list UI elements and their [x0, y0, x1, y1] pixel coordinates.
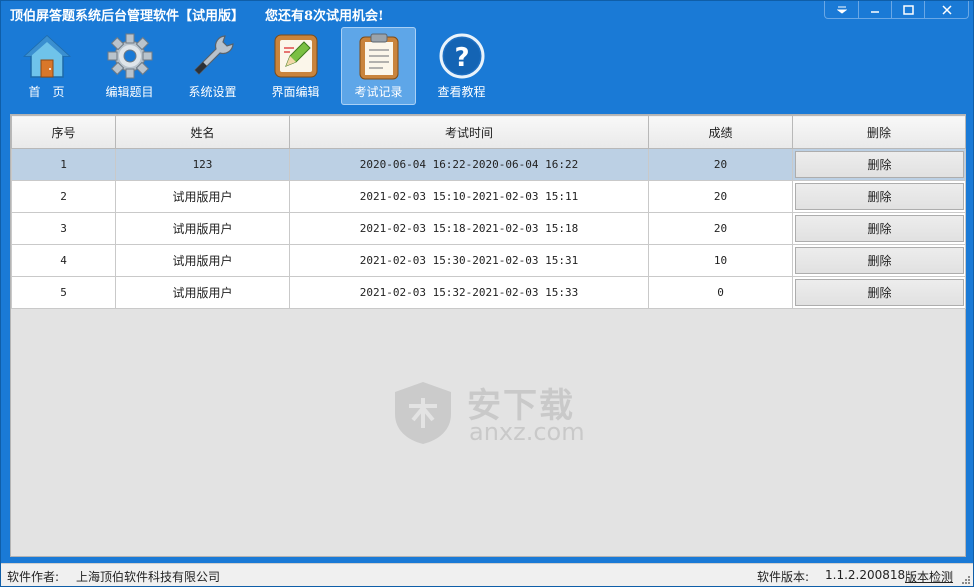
watermark-title: 安下载	[467, 386, 575, 426]
delete-button[interactable]: 删除	[795, 247, 964, 274]
cell-score[interactable]: 20	[648, 180, 793, 213]
dropdown-arrow-icon	[836, 6, 847, 14]
toolbar-system-settings[interactable]: 系统设置	[175, 27, 250, 105]
close-button[interactable]	[924, 1, 968, 18]
table-row[interactable]: 5 试用版用户 2021-02-03 15:32-2021-02-03 15:3…	[11, 276, 966, 309]
table-row[interactable]: 2 试用版用户 2021-02-03 15:10-2021-02-03 15:1…	[11, 180, 966, 213]
cell-name[interactable]: 试用版用户	[115, 244, 290, 277]
cell-delete: 删除	[792, 276, 966, 309]
cell-name[interactable]: 试用版用户	[115, 180, 290, 213]
cell-delete: 删除	[792, 244, 966, 277]
toolbar-exam-records-label: 考试记录	[354, 85, 403, 99]
cell-name[interactable]: 试用版用户	[115, 212, 290, 245]
toolbar-home[interactable]: 首 页	[9, 27, 84, 105]
toolbar-view-tutorial[interactable]: ? 查看教程	[424, 27, 499, 105]
maximize-icon	[902, 4, 914, 15]
shield-logo-icon	[395, 382, 451, 444]
app-window: 顶伯屏答题系统后台管理软件【试用版】 您还有8次试用机会! 首 页 编辑题目 系…	[0, 0, 974, 587]
table-header-row: 序号 姓名 考试时间 成绩 删除	[11, 115, 966, 149]
status-bar: 软件作者: 上海顶伯软件科技有限公司 软件版本: 1.1.2.200818 版本…	[1, 563, 973, 586]
cell-exam-time[interactable]: 2021-02-03 15:32-2021-02-03 15:33	[289, 276, 649, 309]
cell-score[interactable]: 20	[648, 212, 793, 245]
help-icon: ?	[439, 33, 484, 79]
edit-board-icon	[274, 34, 317, 78]
cell-name[interactable]: 试用版用户	[115, 276, 290, 309]
trial-notice: 您还有8次试用机会!	[265, 9, 384, 24]
cell-exam-time[interactable]: 2021-02-03 15:18-2021-02-03 15:18	[289, 212, 649, 245]
column-header-no[interactable]: 序号	[11, 115, 116, 149]
clipboard-icon	[359, 33, 398, 80]
toolbar-interface-edit-label: 界面编辑	[271, 85, 320, 99]
cell-delete: 删除	[792, 180, 966, 213]
delete-button[interactable]: 删除	[795, 215, 964, 242]
column-header-name[interactable]: 姓名	[115, 115, 290, 149]
window-controls	[824, 1, 969, 19]
toolbar-home-label: 首 页	[28, 85, 65, 99]
column-header-exam-time[interactable]: 考试时间	[289, 115, 649, 149]
cell-exam-time[interactable]: 2021-02-03 15:30-2021-02-03 15:31	[289, 244, 649, 277]
author-value: 上海顶伯软件科技有限公司	[76, 570, 221, 584]
delete-button[interactable]: 删除	[795, 279, 964, 306]
delete-button[interactable]: 删除	[795, 183, 964, 210]
records-table: 序号 姓名 考试时间 成绩 删除 1 123 2020-06-04 16:22-…	[11, 115, 966, 309]
toolbar-exam-records[interactable]: 考试记录	[341, 27, 416, 105]
minimize-button[interactable]	[858, 1, 891, 18]
toolbar-interface-edit[interactable]: 界面编辑	[258, 27, 333, 105]
cell-no[interactable]: 5	[11, 276, 116, 309]
records-grid-panel: 序号 姓名 考试时间 成绩 删除 1 123 2020-06-04 16:22-…	[10, 114, 966, 557]
close-icon	[941, 4, 952, 15]
window-title: 顶伯屏答题系统后台管理软件【试用版】	[10, 9, 245, 24]
cell-exam-time[interactable]: 2021-02-03 15:10-2021-02-03 15:11	[289, 180, 649, 213]
toolbar-edit-questions[interactable]: 编辑题目	[92, 27, 167, 105]
cell-delete: 删除	[792, 148, 966, 181]
maximize-button[interactable]	[891, 1, 924, 18]
resize-grip-icon[interactable]	[960, 574, 970, 584]
version-value: 1.1.2.200818	[825, 568, 906, 582]
cell-no[interactable]: 2	[11, 180, 116, 213]
column-header-delete[interactable]: 删除	[792, 115, 966, 149]
svg-text:?: ?	[454, 43, 469, 73]
version-label: 软件版本:	[757, 570, 810, 584]
cell-score[interactable]: 0	[648, 276, 793, 309]
cell-delete: 删除	[792, 212, 966, 245]
home-icon	[22, 34, 71, 78]
version-check-link[interactable]: 版本检测	[905, 568, 953, 585]
cell-score[interactable]: 10	[648, 244, 793, 277]
cell-name[interactable]: 123	[115, 148, 290, 181]
wrench-icon	[193, 35, 234, 75]
main-toolbar: 首 页 编辑题目 系统设置 界面编辑 考试记录 ? 查看教程	[9, 27, 507, 105]
table-row[interactable]: 4 试用版用户 2021-02-03 15:30-2021-02-03 15:3…	[11, 244, 966, 277]
column-header-score[interactable]: 成绩	[648, 115, 793, 149]
cell-score[interactable]: 20	[648, 148, 793, 181]
table-row[interactable]: 1 123 2020-06-04 16:22-2020-06-04 16:22 …	[11, 148, 966, 181]
title-bar: 顶伯屏答题系统后台管理软件【试用版】 您还有8次试用机会!	[1, 1, 973, 25]
minimize-icon	[871, 10, 879, 13]
cell-no[interactable]: 4	[11, 244, 116, 277]
watermark-domain: anxz.com	[469, 418, 585, 446]
toolbar-system-settings-label: 系统设置	[188, 85, 237, 99]
toolbar-view-tutorial-label: 查看教程	[437, 85, 486, 99]
cell-no[interactable]: 3	[11, 212, 116, 245]
toolbar-edit-questions-label: 编辑题目	[105, 85, 154, 99]
delete-button[interactable]: 删除	[795, 151, 964, 178]
menu-dropdown-button[interactable]	[825, 1, 858, 18]
gear-icon	[107, 33, 152, 79]
cell-exam-time[interactable]: 2020-06-04 16:22-2020-06-04 16:22	[289, 148, 649, 181]
cell-no[interactable]: 1	[11, 148, 116, 181]
author-label: 软件作者:	[7, 570, 60, 584]
table-row[interactable]: 3 试用版用户 2021-02-03 15:18-2021-02-03 15:1…	[11, 212, 966, 245]
site-watermark: 安下载 anxz.com	[389, 378, 609, 448]
